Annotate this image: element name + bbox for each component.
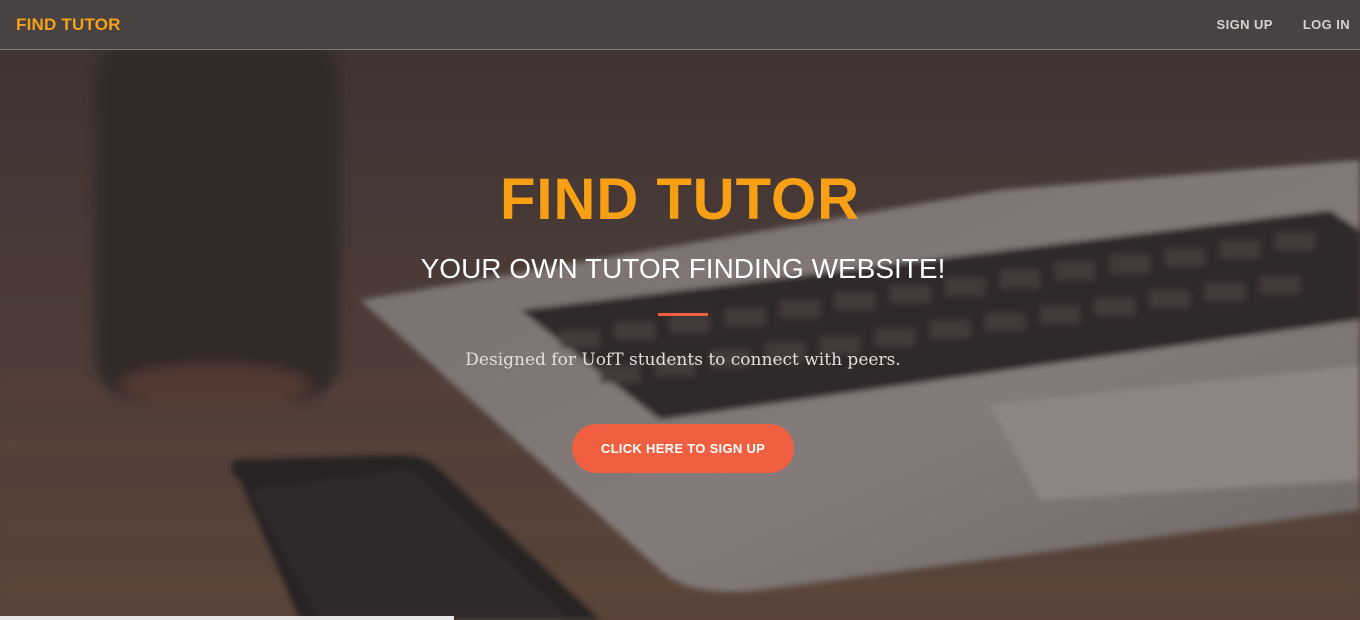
hero-description: Designed for UofT students to connect wi… (465, 350, 901, 370)
landing-page: FIND TUTOR SIGN UP LOG IN FIND TUTOR YOU… (0, 0, 1360, 620)
sign-up-cta-button[interactable]: CLICK HERE TO SIGN UP (572, 424, 794, 473)
nav-sign-up-link[interactable]: SIGN UP (1217, 17, 1273, 32)
brand-link[interactable]: FIND TUTOR (16, 15, 121, 35)
hero-divider (658, 313, 708, 316)
navbar: FIND TUTOR SIGN UP LOG IN (0, 0, 1360, 50)
nav-links: SIGN UP LOG IN (1217, 17, 1350, 32)
bottom-scrollbar[interactable] (0, 616, 454, 620)
hero-subtitle: YOUR OWN TUTOR FINDING WEBSITE! (420, 253, 946, 284)
hero-title: FIND TUTOR (499, 167, 861, 232)
nav-log-in-link[interactable]: LOG IN (1303, 17, 1350, 32)
hero-section: FIND TUTOR YOUR OWN TUTOR FINDING WEBSIT… (0, 0, 1360, 620)
